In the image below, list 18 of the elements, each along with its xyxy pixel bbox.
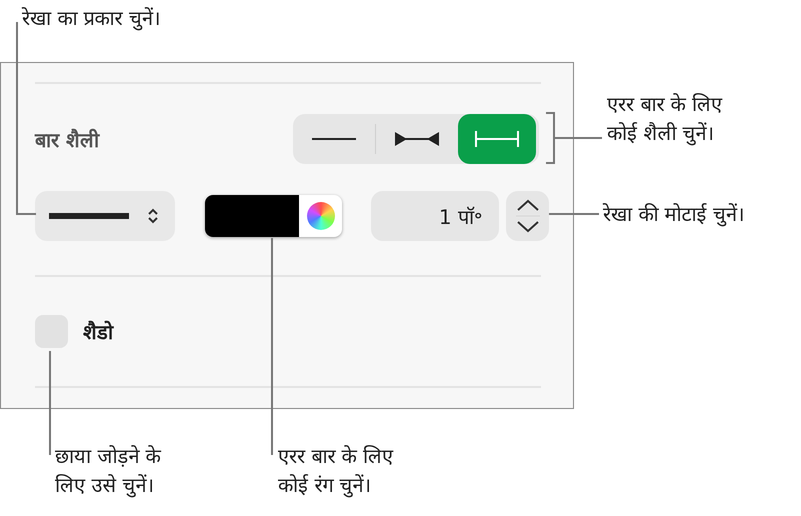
section-label: बार शैली <box>35 126 99 152</box>
up-down-arrows-icon <box>514 197 540 235</box>
color-wheel-icon[interactable] <box>306 202 334 230</box>
color-well[interactable] <box>205 195 342 237</box>
callout-text: छाया जोड़ने के लिए उसे चुनें। <box>55 443 161 500</box>
callout-text: एरर बार के लिए कोई रंग चुनें। <box>278 443 394 500</box>
arrowheads-line-icon <box>395 132 439 146</box>
capped-line-icon <box>475 131 519 147</box>
checkbox-label: शैडो <box>83 318 113 344</box>
thickness-field[interactable]: 1 पॉ॰ <box>371 191 499 241</box>
callout-text: रेखा का प्रकार चुनें। <box>22 5 162 32</box>
line-style-popup[interactable] <box>35 191 175 241</box>
callout-text: रेखा की मोटाई चुनें। <box>603 201 746 228</box>
callout-text: एरर बार के लिए कोई शैली चुनें। <box>607 91 722 148</box>
leader-line <box>549 213 599 215</box>
leader-line <box>546 112 602 164</box>
stepper[interactable] <box>506 191 549 241</box>
chevrons-icon <box>147 207 159 225</box>
